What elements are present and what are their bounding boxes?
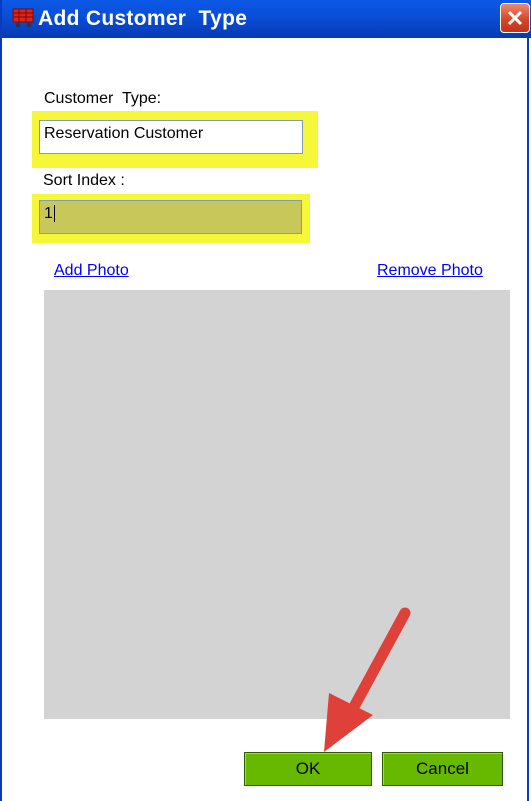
- dialog-window: Add Customer Type Customer Type: Reserva…: [0, 0, 531, 801]
- ok-button[interactable]: OK: [244, 752, 372, 786]
- sort-index-input[interactable]: 1: [39, 200, 302, 234]
- close-icon: [507, 10, 523, 26]
- close-button[interactable]: [500, 3, 530, 33]
- photo-preview: [44, 290, 510, 719]
- text-caret: [53, 205, 55, 223]
- customer-type-value: Reservation Customer: [44, 125, 204, 142]
- title-bar[interactable]: Add Customer Type: [2, 0, 531, 38]
- cancel-button[interactable]: Cancel: [382, 752, 503, 786]
- shopping-cart-icon: [12, 7, 36, 29]
- remove-photo-link[interactable]: Remove Photo: [377, 262, 483, 280]
- ok-button-label: OK: [295, 759, 321, 778]
- cancel-button-label: Cancel: [416, 759, 469, 778]
- add-photo-link[interactable]: Add Photo: [54, 262, 129, 280]
- window-title: Add Customer Type: [38, 7, 248, 30]
- sort-index-value: 1: [44, 205, 53, 222]
- sort-index-label: Sort Index :: [43, 172, 125, 189]
- customer-type-input[interactable]: Reservation Customer: [39, 120, 303, 154]
- customer-type-label: Customer Type:: [44, 90, 162, 107]
